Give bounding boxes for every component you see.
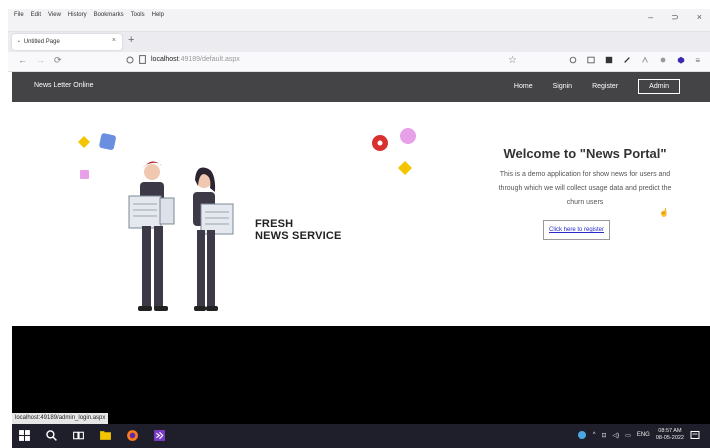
status-bar: localhost:49189/admin_login.aspx <box>12 413 710 424</box>
tracking-shield-icon[interactable] <box>126 55 134 64</box>
bookmark-star-icon[interactable]: ☆ <box>508 55 517 66</box>
window-controls: – ⊃ × <box>648 12 702 23</box>
man-figure <box>128 161 175 311</box>
url-bar[interactable]: localhost:49189/default.aspx <box>126 55 240 64</box>
share-icon[interactable] <box>641 56 649 64</box>
menu-view[interactable]: View <box>48 12 61 18</box>
language-indicator[interactable]: ENG <box>637 432 650 438</box>
site-nav-links: Home Signin Register Admin <box>514 79 680 94</box>
task-view-icon[interactable] <box>72 429 85 442</box>
notifications-icon[interactable] <box>690 430 700 440</box>
site-brand[interactable]: News Letter Online <box>34 82 94 89</box>
browser-navbar: ← → ⟳ localhost:49189/default.aspx ☆ ≡ <box>8 52 710 72</box>
tab-title: Untitled Page <box>23 39 60 45</box>
hexagon-icon[interactable] <box>677 56 685 64</box>
network-icon[interactable]: ⊡ <box>602 432 607 439</box>
volume-icon[interactable]: ◁) <box>613 432 620 439</box>
weather-icon[interactable] <box>577 430 587 440</box>
nav-admin-button[interactable]: Admin <box>638 79 680 94</box>
menu-file[interactable]: File <box>14 12 24 18</box>
firefox-icon[interactable] <box>126 429 139 442</box>
extension-icon[interactable] <box>605 56 613 64</box>
shield-icon[interactable] <box>569 56 577 64</box>
site-navbar: News Letter Online Home Signin Register … <box>12 72 710 102</box>
taskbar-apps <box>18 429 166 442</box>
status-url: localhost:49189/admin_login.aspx <box>12 413 109 424</box>
reader-icon[interactable] <box>587 56 596 64</box>
page-icon <box>139 55 146 64</box>
tab-bar: • Untitled Page × + <box>8 32 710 52</box>
register-link-button[interactable]: Click here to register <box>543 220 611 240</box>
back-button[interactable]: ← <box>18 55 27 65</box>
pink-circle-shape <box>400 128 416 144</box>
close-window-button[interactable]: × <box>697 12 702 23</box>
woman-figure <box>193 167 234 311</box>
nav-signin-link[interactable]: Signin <box>553 83 572 90</box>
browser-menubar: File Edit View History Bookmarks Tools H… <box>14 12 164 18</box>
toolbar-icons: ≡ <box>569 56 700 65</box>
main-content: FRESH NEWS SERVICE Welcome to "News Port… <box>12 102 710 326</box>
top-strip <box>0 0 710 9</box>
file-explorer-icon[interactable] <box>99 429 112 442</box>
minimize-button[interactable]: – <box>648 12 653 23</box>
menu-tools[interactable]: Tools <box>131 12 145 18</box>
tab-untitled-page[interactable]: • Untitled Page × <box>12 34 122 50</box>
url-path: :49189/default.aspx <box>178 56 240 63</box>
url-host: localhost <box>151 56 179 63</box>
page-dot-icon: • <box>18 39 20 45</box>
black-panel <box>12 326 710 413</box>
yellow-diamond-shape <box>78 136 90 148</box>
news-illustration <box>78 128 416 311</box>
menu-icon[interactable]: ≡ <box>695 56 700 65</box>
tab-close-icon[interactable]: × <box>112 37 116 44</box>
menu-edit[interactable]: Edit <box>31 12 41 18</box>
yellow-diamond-shape-2 <box>398 161 412 175</box>
pink-square-shape <box>80 170 89 179</box>
menu-help[interactable]: Help <box>152 12 164 18</box>
pen-icon[interactable] <box>623 56 631 64</box>
visual-studio-icon[interactable] <box>153 429 166 442</box>
search-icon[interactable] <box>45 429 58 442</box>
system-tray: ^ ⊡ ◁) ▭ ENG 08:57 AM 08-05-2022 <box>577 428 700 442</box>
fresh-news-service-text: FRESH NEWS SERVICE <box>255 218 342 242</box>
restore-button[interactable]: ⊃ <box>671 12 679 23</box>
white-dot-shape <box>377 140 383 146</box>
nav-register-link[interactable]: Register <box>592 83 618 90</box>
nav-home-link[interactable]: Home <box>514 83 533 90</box>
circle-icon[interactable] <box>659 56 667 64</box>
menu-history[interactable]: History <box>68 12 87 18</box>
battery-icon[interactable]: ▭ <box>625 432 631 439</box>
taskbar-clock[interactable]: 08:57 AM 08-05-2022 <box>656 428 684 442</box>
forward-button[interactable]: → <box>36 55 45 65</box>
browser-titlebar: File Edit View History Bookmarks Tools H… <box>8 9 710 32</box>
blue-square-shape <box>99 133 116 150</box>
windows-taskbar: ^ ⊡ ◁) ▭ ENG 08:57 AM 08-05-2022 <box>12 424 710 448</box>
menu-bookmarks[interactable]: Bookmarks <box>94 12 124 18</box>
reload-button[interactable]: ⟳ <box>54 55 62 66</box>
welcome-heading: Welcome to "News Portal" <box>503 146 667 161</box>
tray-chevron-icon[interactable]: ^ <box>593 432 596 438</box>
mouse-cursor-icon: ☝ <box>659 208 669 217</box>
new-tab-button[interactable]: + <box>128 34 134 46</box>
welcome-description: This is a demo application for show news… <box>498 171 672 206</box>
windows-start-icon[interactable] <box>18 429 31 442</box>
